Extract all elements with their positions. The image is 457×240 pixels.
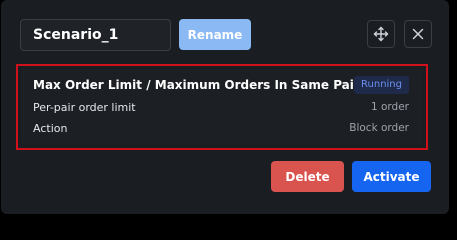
close-button[interactable] [404,20,432,48]
rule-title: Max Order Limit / Maximum Orders In Same… [33,78,360,92]
close-icon [412,28,424,40]
rule-row-label: Action [33,122,68,135]
rule-row-value: 1 order [370,101,409,113]
rule-card[interactable]: Max Order Limit / Maximum Orders In Same… [21,69,423,145]
rule-row-value: Block order [349,122,409,134]
rename-button[interactable]: Rename [179,19,251,50]
status-badge: Running [354,76,409,94]
rule-row-label: Per-pair order limit [33,101,136,114]
activate-button[interactable]: Activate [352,161,431,192]
delete-button[interactable]: Delete [271,161,344,192]
move-button[interactable] [367,20,395,48]
move-arrows-icon [373,26,389,42]
scenario-dialog: Rename Max Order Limit / Maximum Orders … [1,0,449,214]
scenario-name-input[interactable] [20,19,171,51]
